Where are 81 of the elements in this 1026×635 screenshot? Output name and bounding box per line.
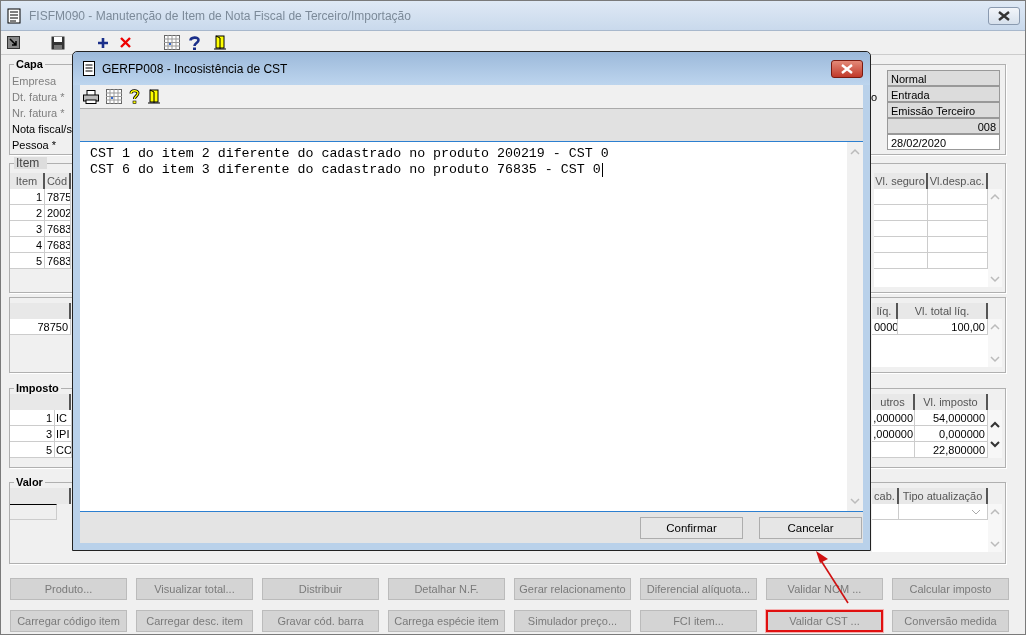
table-cell: 5 <box>10 253 45 269</box>
field-label: Nota fiscal/s <box>11 122 72 137</box>
printer-icon[interactable] <box>83 89 99 104</box>
group-legend: Valor <box>14 476 45 488</box>
table-cell <box>928 221 988 237</box>
table-cell <box>874 221 928 237</box>
input-field[interactable]: 28/02/2020 <box>887 134 1000 150</box>
column-header[interactable]: Tipo atualização <box>899 488 988 504</box>
field-label: o <box>870 90 877 105</box>
table-cell: 3 <box>10 426 55 442</box>
table-cell <box>928 189 988 205</box>
document-icon <box>7 7 21 24</box>
text-cursor <box>601 163 603 177</box>
field-label: Pessoa * <box>11 138 58 153</box>
scrollbar[interactable] <box>988 410 1002 458</box>
table-cell: 54,000000 <box>915 410 988 426</box>
close-icon <box>840 63 854 74</box>
window-title: FISFM090 - Manutenção de Item de Nota Fiscal de Terceiro/Importação <box>29 8 411 23</box>
group-legend: Item <box>14 157 48 169</box>
add-icon[interactable] <box>98 37 108 48</box>
help-icon[interactable] <box>189 35 200 50</box>
close-icon <box>997 10 1011 21</box>
save-icon[interactable] <box>51 35 65 50</box>
exit-arrow-icon[interactable] <box>7 36 20 49</box>
dialog-button[interactable]: Confirmar <box>640 516 743 539</box>
table-cell <box>928 237 988 253</box>
table-cell <box>874 189 928 205</box>
table-cell <box>874 237 928 253</box>
message-area[interactable]: CST 1 do item 2 diferente do cadastrado no produto 200219 - CST 0 CST 6 do item 3 diferente do cadastrado no produto 76835 - CST 0 <box>80 142 863 512</box>
message-line: CST 1 do item 2 diferente do cadastrado no produto 200219 - CST 0 <box>90 146 609 162</box>
field-label: Dt. fatura * <box>11 90 66 105</box>
table-cell: 100,00 <box>898 319 988 335</box>
delete-icon[interactable] <box>120 37 131 48</box>
message-line: CST 6 do item 3 diferente do cadastrado no produto 76835 - CST 0 <box>90 162 601 178</box>
table-cell: 2 <box>10 205 45 221</box>
close-button[interactable] <box>988 6 1020 25</box>
grid-icon[interactable] <box>164 35 180 50</box>
field-label: Empresa <box>11 74 58 89</box>
table-cell: 78750 <box>10 319 71 335</box>
table-cell: 1 <box>10 410 55 426</box>
table-cell <box>874 205 928 221</box>
table-cell: 3 <box>10 221 45 237</box>
table-cell: 1 <box>10 189 45 205</box>
table-cell <box>928 205 988 221</box>
dialog-title: GERFP008 - Incosistência de CST <box>102 61 288 76</box>
document-icon <box>83 61 95 76</box>
column-header[interactable]: Item <box>10 173 45 189</box>
grid-icon[interactable] <box>106 89 122 104</box>
door-icon[interactable] <box>147 89 161 104</box>
column-header[interactable] <box>10 303 71 319</box>
table-cell <box>928 253 988 269</box>
column-header[interactable]: Vl. total líq. <box>898 303 988 319</box>
table-cell <box>10 504 57 520</box>
dialog-button[interactable]: Cancelar <box>759 516 862 539</box>
table-cell <box>872 442 915 458</box>
group-legend: Capa <box>14 58 45 70</box>
table-cell: 0,000000 <box>915 426 988 442</box>
close-button[interactable] <box>831 59 863 78</box>
column-header[interactable]: líq. <box>872 303 898 319</box>
column-header[interactable] <box>10 488 71 504</box>
scroll-down-icon[interactable] <box>990 440 1000 448</box>
column-header[interactable] <box>10 394 71 410</box>
column-header[interactable]: Vl. imposto <box>915 394 988 410</box>
table-cell: ,000000 <box>872 410 915 426</box>
column-header[interactable]: Cód <box>45 173 71 189</box>
table-cell: IC <box>55 410 72 426</box>
table-cell: 5 <box>10 442 55 458</box>
column-header[interactable]: utros <box>872 394 915 410</box>
column-header[interactable]: cab. <box>872 488 899 504</box>
table-cell: 22,800000 <box>915 442 988 458</box>
group-legend: Imposto <box>14 382 61 394</box>
door-icon[interactable] <box>213 35 227 50</box>
column-header[interactable]: Vl. seguro <box>874 173 928 189</box>
column-header[interactable]: Vl.desp.ac. <box>928 173 988 189</box>
scroll-up-icon[interactable] <box>990 420 1000 428</box>
table-cell: 2002 <box>45 205 71 221</box>
table-cell: IPI <box>55 426 72 442</box>
table-cell: ,000000 <box>872 426 915 442</box>
table-cell: 4 <box>10 237 45 253</box>
field-label: Nr. fatura * <box>11 106 66 121</box>
help-icon[interactable] <box>129 89 140 104</box>
